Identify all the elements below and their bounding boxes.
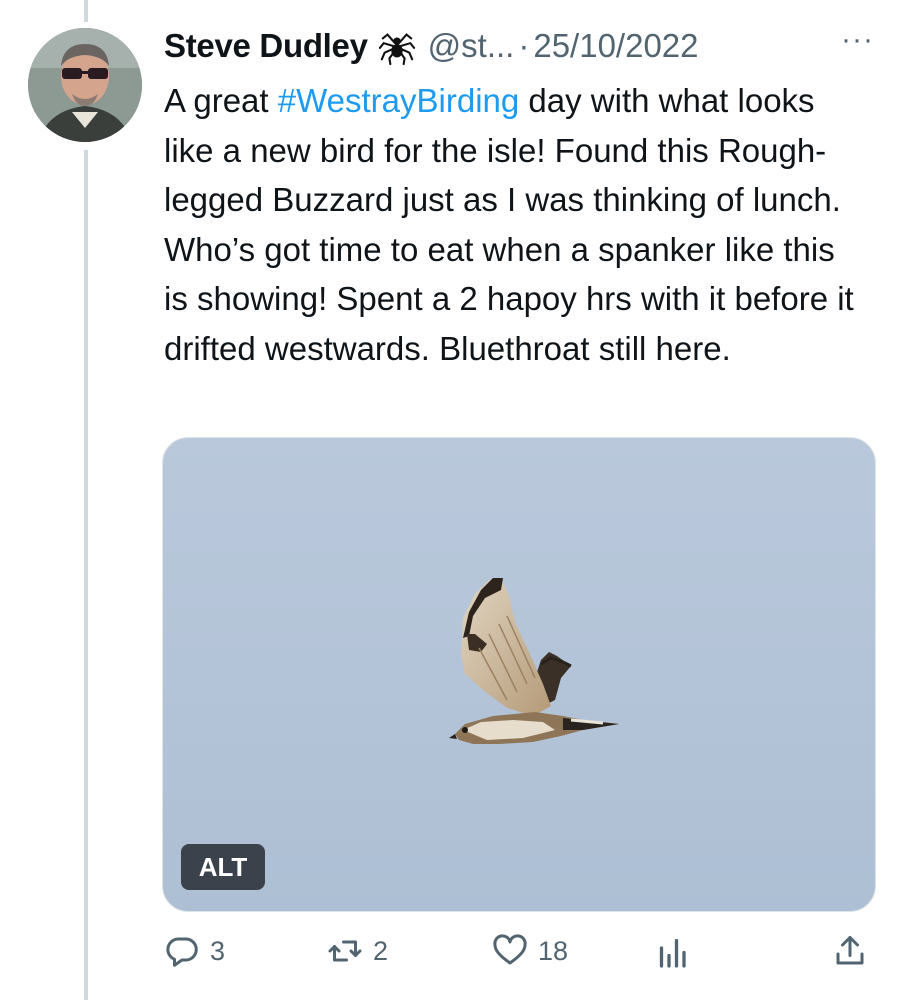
share-icon <box>836 936 864 965</box>
reply-button[interactable]: 3 <box>164 928 225 974</box>
heart-icon <box>493 934 527 965</box>
hashtag-link[interactable]: #WestrayBirding <box>278 82 520 119</box>
share-button[interactable] <box>832 928 868 974</box>
bar-chart-icon <box>659 938 686 968</box>
thread-line <box>84 150 88 1000</box>
bird-photo <box>449 578 619 744</box>
alt-text-badge[interactable]: ALT <box>181 844 265 890</box>
author-name[interactable]: Steve Dudley <box>164 27 368 65</box>
thread-line-top <box>84 0 88 22</box>
like-button[interactable]: 18 <box>492 928 568 974</box>
separator-dot: · <box>518 27 530 64</box>
retweet-icon <box>328 940 362 962</box>
more-options-icon[interactable]: ··· <box>841 25 874 55</box>
reply-count: 3 <box>210 935 226 966</box>
tweet-date[interactable]: 25/10/2022 <box>533 27 698 65</box>
views-button[interactable] <box>654 928 690 974</box>
retweet-count: 2 <box>373 935 389 966</box>
avatar[interactable] <box>28 28 142 142</box>
tweet-media[interactable]: ALT <box>162 437 876 912</box>
author-handle[interactable]: @st... <box>428 27 515 65</box>
tweet-text: A great #WestrayBirding day with what lo… <box>164 76 864 373</box>
reply-icon <box>166 937 198 967</box>
tweet-text-rest: day with what looks like a new bird for … <box>164 82 854 367</box>
tweet-text-start: A great <box>164 82 278 119</box>
tweet-actions: 3 2 18 <box>162 928 874 974</box>
like-count: 18 <box>538 935 569 966</box>
tweet-header: Steve Dudley @st... · 25/10/2022 ··· <box>164 22 874 70</box>
retweet-button[interactable]: 2 <box>327 928 388 974</box>
avatar-image <box>28 28 142 142</box>
spider-icon <box>378 27 416 66</box>
